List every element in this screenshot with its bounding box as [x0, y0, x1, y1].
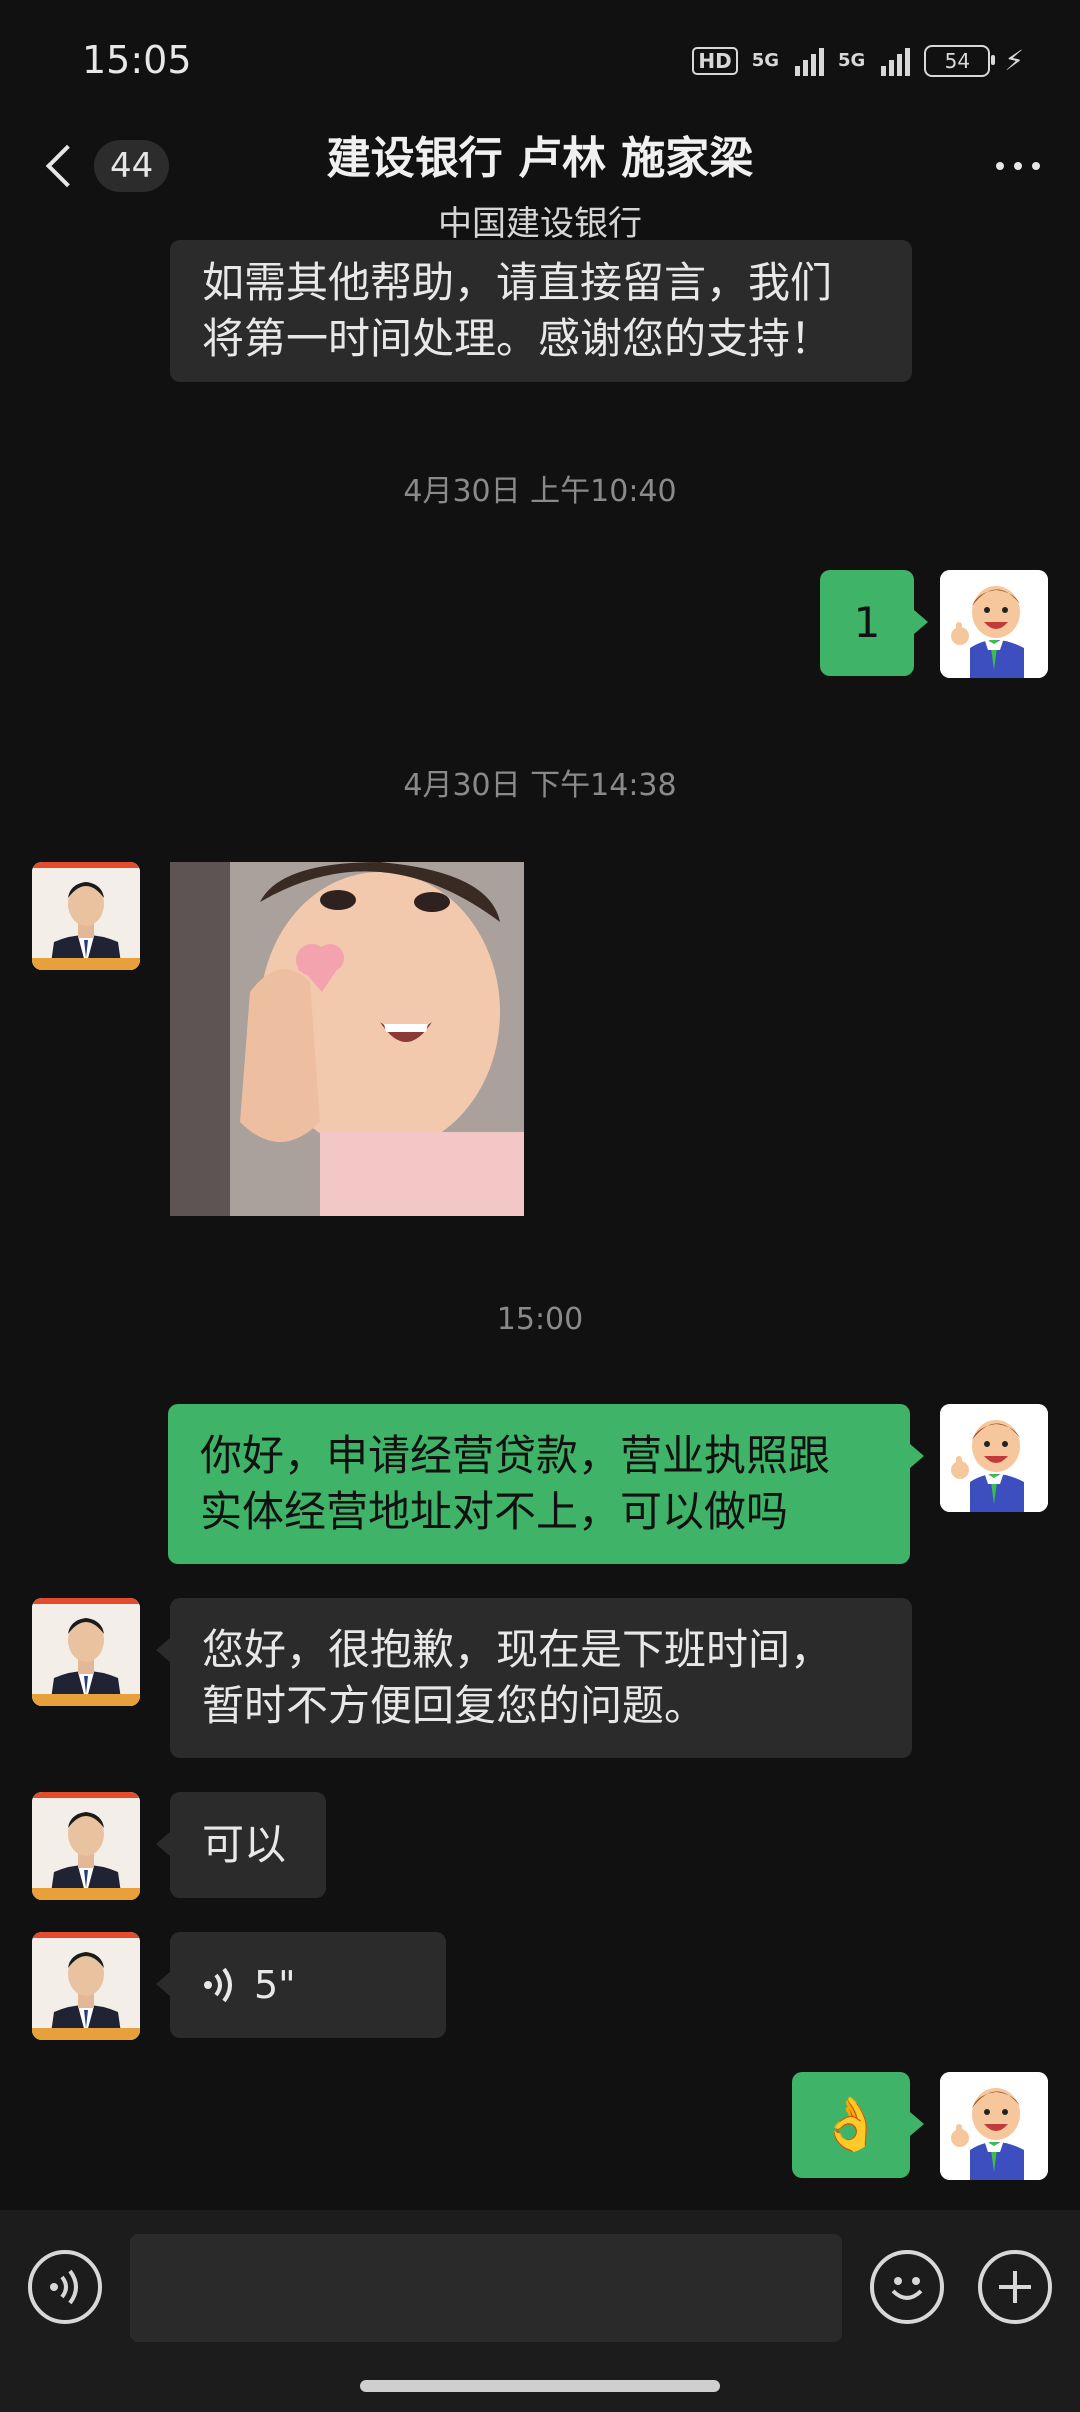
voice-wave-icon: [204, 1967, 232, 2003]
voice-duration: 5": [254, 1963, 296, 2007]
status-time: 15:05: [82, 38, 192, 82]
cartoon-avatar-icon: [940, 570, 1048, 678]
network-type-label: 5G: [751, 50, 780, 71]
unread-count-badge: 44: [94, 140, 170, 192]
chevron-left-icon: [45, 144, 89, 188]
back-button[interactable]: 44: [38, 140, 170, 192]
message-text-line: 如需其他帮助，请直接留言，我们: [202, 258, 833, 307]
chat-subtitle: 中国建设银行: [438, 204, 642, 244]
message-bubble-outgoing[interactable]: 👌: [792, 2072, 924, 2178]
more-options-button[interactable]: [996, 162, 1040, 170]
battery-icon: 54: [924, 44, 996, 77]
child-finger-heart-image: [170, 862, 524, 1216]
network-type-label-2: 5G: [838, 50, 866, 71]
more-functions-button[interactable]: [978, 2250, 1052, 2324]
charging-icon: ⚡: [1004, 44, 1024, 77]
cartoon-avatar-icon: [940, 1404, 1048, 1512]
status-icons: HD 5G 5G 54 ⚡: [692, 44, 1024, 77]
ok-hand-emoji: 👌: [818, 2095, 884, 2155]
message-timestamp: 4月30日 上午10:40: [403, 474, 677, 509]
image-message[interactable]: [170, 862, 524, 1216]
hd-voice-icon: HD: [692, 46, 738, 75]
message-timestamp: 15:00: [496, 1302, 584, 1337]
emoji-button[interactable]: [870, 2250, 944, 2324]
message-text: 可以: [202, 1820, 287, 1869]
agent-avatar[interactable]: [32, 862, 140, 970]
agent-photo-icon: [32, 862, 140, 970]
message-text-line: 暂时不方便回复您的问题。: [202, 1681, 707, 1730]
agent-photo-icon: [32, 1598, 140, 1706]
chat-header: 建设银行 卢林 施家梁 中国建设银行 44: [0, 120, 1080, 244]
self-avatar[interactable]: [940, 570, 1048, 678]
message-text-line: 将第一时间处理。感谢您的支持！: [202, 314, 833, 363]
agent-avatar[interactable]: [32, 1932, 140, 2040]
agent-avatar[interactable]: [32, 1792, 140, 1900]
message-text: 1: [853, 598, 881, 647]
voice-input-icon: [50, 2269, 78, 2305]
cartoon-avatar-icon: [940, 2072, 1048, 2180]
more-dot-icon: [1032, 162, 1040, 170]
message-timestamp: 4月30日 下午14:38: [403, 768, 677, 803]
message-bubble-incoming[interactable]: 如需其他帮助，请直接留言，我们 将第一时间处理。感谢您的支持！: [170, 240, 912, 382]
self-avatar[interactable]: [940, 1404, 1048, 1512]
agent-photo-icon: [32, 1932, 140, 2040]
message-input-bar: [0, 2210, 1080, 2412]
message-bubble-outgoing[interactable]: 你好，申请经营贷款，营业执照跟 实体经营地址对不上，可以做吗: [168, 1404, 924, 1564]
agent-avatar[interactable]: [32, 1598, 140, 1706]
message-text-line: 实体经营地址对不上，可以做吗: [200, 1487, 789, 1536]
message-text-input[interactable]: [130, 2234, 842, 2342]
battery-level: 54: [944, 48, 971, 73]
message-bubble-incoming[interactable]: 可以: [156, 1792, 326, 1898]
self-avatar[interactable]: [940, 2072, 1048, 2180]
message-text-line: 你好，申请经营贷款，营业执照跟: [200, 1431, 831, 1480]
message-bubble-outgoing[interactable]: 1: [820, 570, 928, 676]
plus-icon: [999, 2271, 1031, 2303]
voice-message-bubble[interactable]: 5": [156, 1932, 446, 2038]
message-bubble-incoming[interactable]: 您好，很抱歉，现在是下班时间， 暂时不方便回复您的问题。: [156, 1598, 912, 1758]
signal-icon-2: [881, 46, 911, 76]
message-text-line: 您好，很抱歉，现在是下班时间，: [202, 1625, 833, 1674]
signal-icon: [795, 46, 825, 76]
status-bar: 15:05 HD 5G 5G 54 ⚡: [0, 0, 1080, 120]
more-dot-icon: [1014, 162, 1022, 170]
agent-photo-icon: [32, 1792, 140, 1900]
home-indicator[interactable]: [360, 2380, 720, 2392]
more-dot-icon: [996, 162, 1004, 170]
emoji-icon: [891, 2277, 923, 2300]
voice-input-button[interactable]: [28, 2250, 102, 2324]
